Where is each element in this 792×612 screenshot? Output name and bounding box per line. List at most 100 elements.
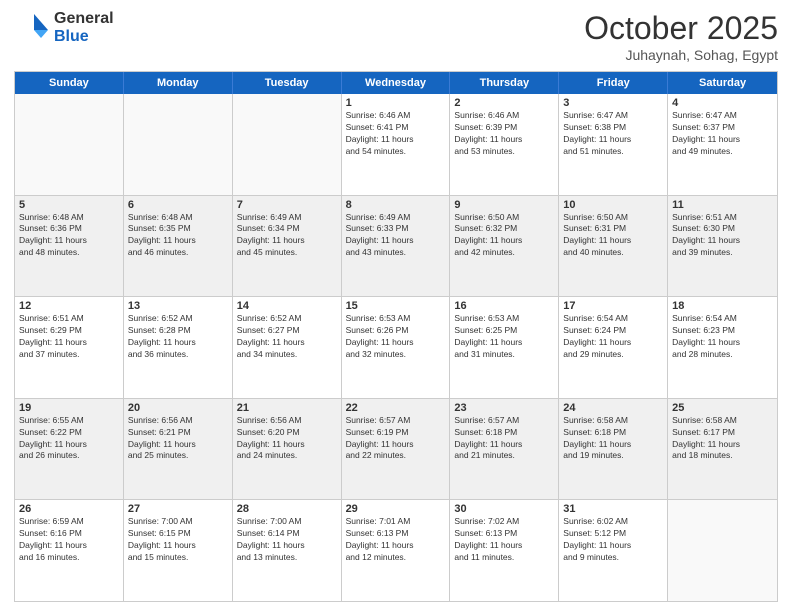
day-headers: SundayMondayTuesdayWednesdayThursdayFrid… (15, 72, 777, 94)
day-cell (124, 94, 233, 195)
day-header-tuesday: Tuesday (233, 72, 342, 94)
day-cell: 18Sunrise: 6:54 AM Sunset: 6:23 PM Dayli… (668, 297, 777, 398)
day-cell (15, 94, 124, 195)
day-info: Sunrise: 6:53 AM Sunset: 6:26 PM Dayligh… (346, 313, 446, 361)
calendar: SundayMondayTuesdayWednesdayThursdayFrid… (14, 71, 778, 602)
day-cell (668, 500, 777, 601)
day-number: 27 (128, 503, 228, 515)
logo: General Blue (14, 10, 114, 46)
day-cell: 9Sunrise: 6:50 AM Sunset: 6:32 PM Daylig… (450, 196, 559, 297)
day-cell: 25Sunrise: 6:58 AM Sunset: 6:17 PM Dayli… (668, 399, 777, 500)
day-header-saturday: Saturday (668, 72, 777, 94)
day-cell: 29Sunrise: 7:01 AM Sunset: 6:13 PM Dayli… (342, 500, 451, 601)
day-number: 23 (454, 402, 554, 414)
day-info: Sunrise: 6:46 AM Sunset: 6:39 PM Dayligh… (454, 110, 554, 158)
week-row: 5Sunrise: 6:48 AM Sunset: 6:36 PM Daylig… (15, 195, 777, 297)
day-cell: 30Sunrise: 7:02 AM Sunset: 6:13 PM Dayli… (450, 500, 559, 601)
day-cell: 2Sunrise: 6:46 AM Sunset: 6:39 PM Daylig… (450, 94, 559, 195)
day-cell: 14Sunrise: 6:52 AM Sunset: 6:27 PM Dayli… (233, 297, 342, 398)
day-number: 9 (454, 199, 554, 211)
day-info: Sunrise: 6:48 AM Sunset: 6:36 PM Dayligh… (19, 212, 119, 260)
day-header-friday: Friday (559, 72, 668, 94)
day-info: Sunrise: 6:55 AM Sunset: 6:22 PM Dayligh… (19, 415, 119, 463)
day-number: 16 (454, 300, 554, 312)
day-info: Sunrise: 6:51 AM Sunset: 6:29 PM Dayligh… (19, 313, 119, 361)
week-row: 12Sunrise: 6:51 AM Sunset: 6:29 PM Dayli… (15, 296, 777, 398)
day-cell: 7Sunrise: 6:49 AM Sunset: 6:34 PM Daylig… (233, 196, 342, 297)
day-cell: 13Sunrise: 6:52 AM Sunset: 6:28 PM Dayli… (124, 297, 233, 398)
day-number: 25 (672, 402, 773, 414)
page: General Blue October 2025 Juhaynah, Soha… (0, 0, 792, 612)
day-cell: 19Sunrise: 6:55 AM Sunset: 6:22 PM Dayli… (15, 399, 124, 500)
day-cell: 27Sunrise: 7:00 AM Sunset: 6:15 PM Dayli… (124, 500, 233, 601)
day-number: 24 (563, 402, 663, 414)
day-info: Sunrise: 7:00 AM Sunset: 6:15 PM Dayligh… (128, 516, 228, 564)
day-info: Sunrise: 6:52 AM Sunset: 6:27 PM Dayligh… (237, 313, 337, 361)
day-info: Sunrise: 7:00 AM Sunset: 6:14 PM Dayligh… (237, 516, 337, 564)
day-cell: 5Sunrise: 6:48 AM Sunset: 6:36 PM Daylig… (15, 196, 124, 297)
day-number: 11 (672, 199, 773, 211)
week-row: 19Sunrise: 6:55 AM Sunset: 6:22 PM Dayli… (15, 398, 777, 500)
day-info: Sunrise: 6:53 AM Sunset: 6:25 PM Dayligh… (454, 313, 554, 361)
title-block: October 2025 Juhaynah, Sohag, Egypt (584, 10, 778, 63)
day-number: 8 (346, 199, 446, 211)
day-cell: 3Sunrise: 6:47 AM Sunset: 6:38 PM Daylig… (559, 94, 668, 195)
day-cell: 11Sunrise: 6:51 AM Sunset: 6:30 PM Dayli… (668, 196, 777, 297)
day-info: Sunrise: 6:54 AM Sunset: 6:24 PM Dayligh… (563, 313, 663, 361)
day-header-sunday: Sunday (15, 72, 124, 94)
day-number: 20 (128, 402, 228, 414)
day-number: 15 (346, 300, 446, 312)
day-cell: 22Sunrise: 6:57 AM Sunset: 6:19 PM Dayli… (342, 399, 451, 500)
day-info: Sunrise: 6:46 AM Sunset: 6:41 PM Dayligh… (346, 110, 446, 158)
day-number: 17 (563, 300, 663, 312)
week-row: 1Sunrise: 6:46 AM Sunset: 6:41 PM Daylig… (15, 94, 777, 195)
logo-icon (14, 10, 50, 46)
day-header-thursday: Thursday (450, 72, 559, 94)
day-cell: 10Sunrise: 6:50 AM Sunset: 6:31 PM Dayli… (559, 196, 668, 297)
day-number: 6 (128, 199, 228, 211)
day-number: 31 (563, 503, 663, 515)
day-info: Sunrise: 6:58 AM Sunset: 6:18 PM Dayligh… (563, 415, 663, 463)
day-cell: 1Sunrise: 6:46 AM Sunset: 6:41 PM Daylig… (342, 94, 451, 195)
day-info: Sunrise: 6:47 AM Sunset: 6:38 PM Dayligh… (563, 110, 663, 158)
day-info: Sunrise: 6:54 AM Sunset: 6:23 PM Dayligh… (672, 313, 773, 361)
day-info: Sunrise: 7:02 AM Sunset: 6:13 PM Dayligh… (454, 516, 554, 564)
location-subtitle: Juhaynah, Sohag, Egypt (584, 47, 778, 63)
day-info: Sunrise: 6:49 AM Sunset: 6:34 PM Dayligh… (237, 212, 337, 260)
day-info: Sunrise: 6:49 AM Sunset: 6:33 PM Dayligh… (346, 212, 446, 260)
logo-text: General Blue (54, 10, 114, 45)
day-cell: 20Sunrise: 6:56 AM Sunset: 6:21 PM Dayli… (124, 399, 233, 500)
day-number: 4 (672, 97, 773, 109)
day-info: Sunrise: 6:59 AM Sunset: 6:16 PM Dayligh… (19, 516, 119, 564)
day-number: 22 (346, 402, 446, 414)
day-number: 14 (237, 300, 337, 312)
week-row: 26Sunrise: 6:59 AM Sunset: 6:16 PM Dayli… (15, 499, 777, 601)
logo-general: General (54, 10, 114, 28)
day-cell (233, 94, 342, 195)
day-number: 7 (237, 199, 337, 211)
day-cell: 21Sunrise: 6:56 AM Sunset: 6:20 PM Dayli… (233, 399, 342, 500)
day-cell: 8Sunrise: 6:49 AM Sunset: 6:33 PM Daylig… (342, 196, 451, 297)
day-info: Sunrise: 7:01 AM Sunset: 6:13 PM Dayligh… (346, 516, 446, 564)
month-title: October 2025 (584, 10, 778, 47)
day-cell: 23Sunrise: 6:57 AM Sunset: 6:18 PM Dayli… (450, 399, 559, 500)
day-info: Sunrise: 6:51 AM Sunset: 6:30 PM Dayligh… (672, 212, 773, 260)
day-info: Sunrise: 6:02 AM Sunset: 5:12 PM Dayligh… (563, 516, 663, 564)
day-number: 26 (19, 503, 119, 515)
day-cell: 31Sunrise: 6:02 AM Sunset: 5:12 PM Dayli… (559, 500, 668, 601)
day-number: 13 (128, 300, 228, 312)
day-number: 29 (346, 503, 446, 515)
logo-blue: Blue (54, 28, 114, 46)
day-cell: 28Sunrise: 7:00 AM Sunset: 6:14 PM Dayli… (233, 500, 342, 601)
day-info: Sunrise: 6:48 AM Sunset: 6:35 PM Dayligh… (128, 212, 228, 260)
day-number: 19 (19, 402, 119, 414)
day-number: 28 (237, 503, 337, 515)
day-number: 3 (563, 97, 663, 109)
day-info: Sunrise: 6:56 AM Sunset: 6:21 PM Dayligh… (128, 415, 228, 463)
day-cell: 16Sunrise: 6:53 AM Sunset: 6:25 PM Dayli… (450, 297, 559, 398)
day-number: 1 (346, 97, 446, 109)
day-cell: 17Sunrise: 6:54 AM Sunset: 6:24 PM Dayli… (559, 297, 668, 398)
day-number: 21 (237, 402, 337, 414)
day-header-wednesday: Wednesday (342, 72, 451, 94)
weeks: 1Sunrise: 6:46 AM Sunset: 6:41 PM Daylig… (15, 94, 777, 601)
